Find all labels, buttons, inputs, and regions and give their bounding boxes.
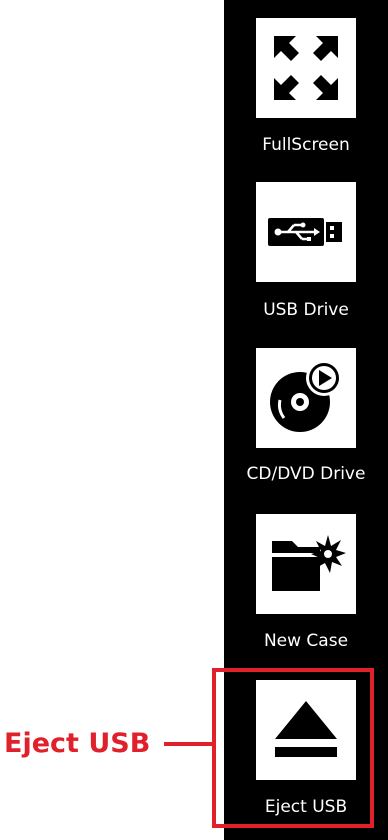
- screenshot-canvas: FullScreen USB Drive CD/DVD Drive New Ca…: [0, 0, 388, 840]
- cd-dvd-drive-button[interactable]: [256, 348, 356, 448]
- cd-dvd-drive-label: CD/DVD Drive: [246, 464, 366, 484]
- new-folder-icon: [272, 535, 346, 591]
- eject-usb-highlight-box: [212, 668, 374, 828]
- usb-drive-icon: [268, 218, 342, 246]
- cd-dvd-play-icon: [270, 360, 342, 432]
- callout-connector-line: [164, 742, 212, 746]
- fullscreen-label: FullScreen: [262, 135, 350, 155]
- new-case-button[interactable]: [256, 514, 356, 614]
- new-case-label: New Case: [263, 631, 349, 651]
- usb-drive-label: USB Drive: [263, 300, 349, 320]
- usb-drive-button[interactable]: [256, 182, 356, 282]
- fullscreen-expand-icon: [274, 36, 338, 100]
- fullscreen-button[interactable]: [256, 18, 356, 118]
- callout-label: Eject USB: [4, 728, 151, 759]
